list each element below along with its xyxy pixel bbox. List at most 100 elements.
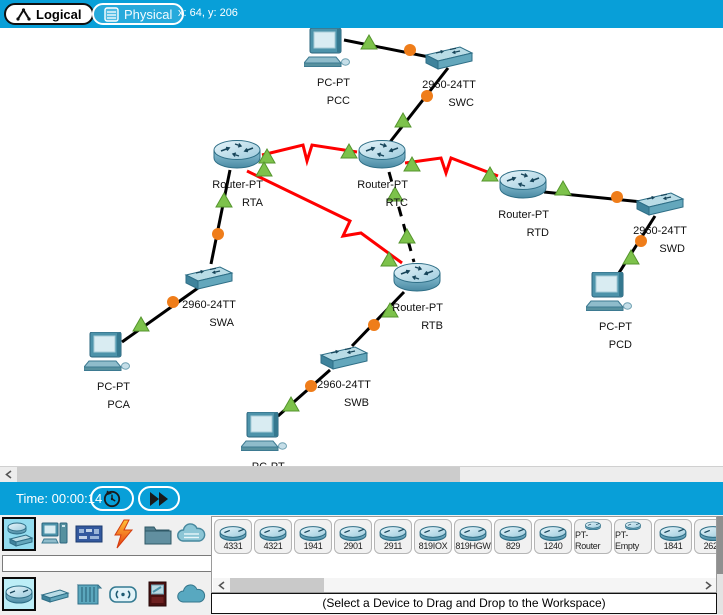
- category-miscellaneous[interactable]: [140, 517, 174, 551]
- subcategory-routers[interactable]: [2, 577, 36, 611]
- router-icon: [618, 520, 648, 530]
- switch-icon: [319, 342, 369, 370]
- scroll-left-icon[interactable]: [213, 578, 229, 592]
- subcategory-security[interactable]: [140, 577, 174, 611]
- subcategory-wireless-devices[interactable]: [106, 577, 140, 611]
- top-toolbar: Logical Physical x: 64, y: 206: [0, 0, 723, 29]
- scroll-right-icon[interactable]: [700, 578, 716, 592]
- activity-dot-icon: [368, 319, 380, 331]
- router-icon: [698, 523, 717, 541]
- router-icon: [218, 523, 248, 541]
- link-up-triangle-icon: [361, 35, 377, 49]
- fast-forward-icon: [148, 491, 170, 507]
- switch-icon: [424, 42, 474, 70]
- device-model-button[interactable]: PT-Empty: [614, 519, 652, 554]
- wan-cloud-icon: [176, 579, 206, 609]
- device-model-button[interactable]: 1941: [294, 519, 332, 554]
- activity-dot-icon: [305, 380, 317, 392]
- lightning-bolt-icon: [108, 519, 138, 549]
- end-devices-icon: [40, 519, 70, 549]
- palette-scrollbar-thumb[interactable]: [230, 578, 324, 592]
- device-RTC[interactable]: Router-PT RTC: [356, 138, 408, 211]
- router-icon: [338, 523, 368, 541]
- activity-dot-icon: [611, 191, 623, 203]
- canvas-scrollbar-thumb[interactable]: [17, 467, 460, 482]
- pc-icon: [304, 28, 350, 68]
- tab-logical-label: Logical: [36, 7, 82, 22]
- tab-logical[interactable]: Logical: [4, 3, 94, 25]
- link-RTD-SWD[interactable]: [544, 181, 642, 203]
- category-multiuser[interactable]: [174, 517, 208, 551]
- multiuser-cloud-icon: [176, 519, 206, 549]
- device-model-panel: 4331 4321 1941 2901 2911 819IOX: [211, 516, 717, 593]
- switch-icon: [635, 188, 685, 216]
- network-devices-icon: [4, 519, 34, 549]
- device-model-button[interactable]: 829: [494, 519, 532, 554]
- power-cycle-button[interactable]: [90, 486, 134, 511]
- link-up-triangle-icon: [399, 229, 415, 243]
- device-model-button[interactable]: 2620: [694, 519, 717, 554]
- device-SWB[interactable]: 2960-24TT SWB: [319, 342, 369, 411]
- subcategory-switches[interactable]: [38, 577, 72, 611]
- tab-physical[interactable]: Physical: [92, 3, 184, 25]
- physical-rack-icon: [104, 7, 119, 22]
- cursor-coordinates: x: 64, y: 206: [178, 7, 238, 19]
- link-RTC-RTD[interactable]: [404, 157, 498, 181]
- router-icon: [538, 523, 568, 541]
- router-icon: [4, 579, 34, 609]
- subcategory-hubs[interactable]: [72, 577, 106, 611]
- device-RTA[interactable]: Router-PT RTA: [211, 138, 263, 211]
- device-model-button[interactable]: 1841: [654, 519, 692, 554]
- scroll-left-icon[interactable]: [0, 467, 17, 482]
- router-icon: [356, 138, 408, 170]
- device-RTB[interactable]: Router-PT RTB: [391, 261, 443, 334]
- device-SWC[interactable]: 2960-24TT SWC: [424, 42, 474, 111]
- security-device-icon: [142, 579, 172, 609]
- palette-horizontal-scrollbar[interactable]: [213, 578, 716, 592]
- folder-icon: [142, 519, 172, 549]
- link-RTA-RTC[interactable]: [259, 144, 357, 163]
- router-icon: [258, 523, 288, 541]
- category-connections[interactable]: [106, 517, 140, 551]
- device-model-button[interactable]: 2911: [374, 519, 412, 554]
- palette-vertical-scrollbar[interactable]: [717, 516, 723, 614]
- category-network-devices[interactable]: [2, 517, 36, 551]
- device-model-button[interactable]: 1240: [534, 519, 572, 554]
- device-model-button[interactable]: 819HGW: [454, 519, 492, 554]
- pc-icon: [586, 272, 632, 312]
- device-PCC[interactable]: PC-PT PCC: [304, 28, 350, 109]
- palette-vscrollbar-thumb[interactable]: [717, 516, 723, 574]
- fast-forward-time-button[interactable]: [138, 486, 180, 511]
- subcategory-wan-emulation[interactable]: [174, 577, 208, 611]
- workspace-canvas[interactable]: PC-PT PCC 2960-24TT SWC Router-PT RTA Ro…: [0, 28, 723, 466]
- category-components[interactable]: [72, 517, 106, 551]
- pc-icon: [241, 412, 287, 452]
- simulation-time-bar: Time: 00:00:14: [0, 482, 723, 515]
- hub-icon: [74, 579, 104, 609]
- device-model-button[interactable]: 819IOX: [414, 519, 452, 554]
- components-board-icon: [74, 519, 104, 549]
- device-SWD[interactable]: 2960-24TT SWD: [635, 188, 685, 257]
- category-end-devices[interactable]: [38, 517, 72, 551]
- device-RTD[interactable]: Router-PT RTD: [497, 168, 549, 241]
- device-PCD[interactable]: PC-PT PCD: [586, 272, 632, 353]
- router-icon: [298, 523, 328, 541]
- router-icon: [418, 523, 448, 541]
- device-model-button[interactable]: 2901: [334, 519, 372, 554]
- router-icon: [378, 523, 408, 541]
- router-icon: [498, 523, 528, 541]
- pc-icon: [84, 332, 130, 372]
- activity-dot-icon: [404, 44, 416, 56]
- router-icon: [211, 138, 263, 170]
- wireless-icon: [108, 579, 138, 609]
- device-model-button[interactable]: PT-Router: [574, 519, 612, 554]
- reset-clock-icon: [101, 489, 123, 509]
- device-SWA[interactable]: 2960-24TT SWA: [184, 262, 234, 331]
- router-icon: [458, 523, 488, 541]
- device-PCA[interactable]: PC-PT PCA: [84, 332, 130, 413]
- device-model-button[interactable]: 4321: [254, 519, 292, 554]
- router-icon: [658, 523, 688, 541]
- selected-device-name-box[interactable]: [2, 555, 213, 572]
- canvas-horizontal-scrollbar[interactable]: [0, 466, 723, 482]
- device-model-button[interactable]: 4331: [214, 519, 252, 554]
